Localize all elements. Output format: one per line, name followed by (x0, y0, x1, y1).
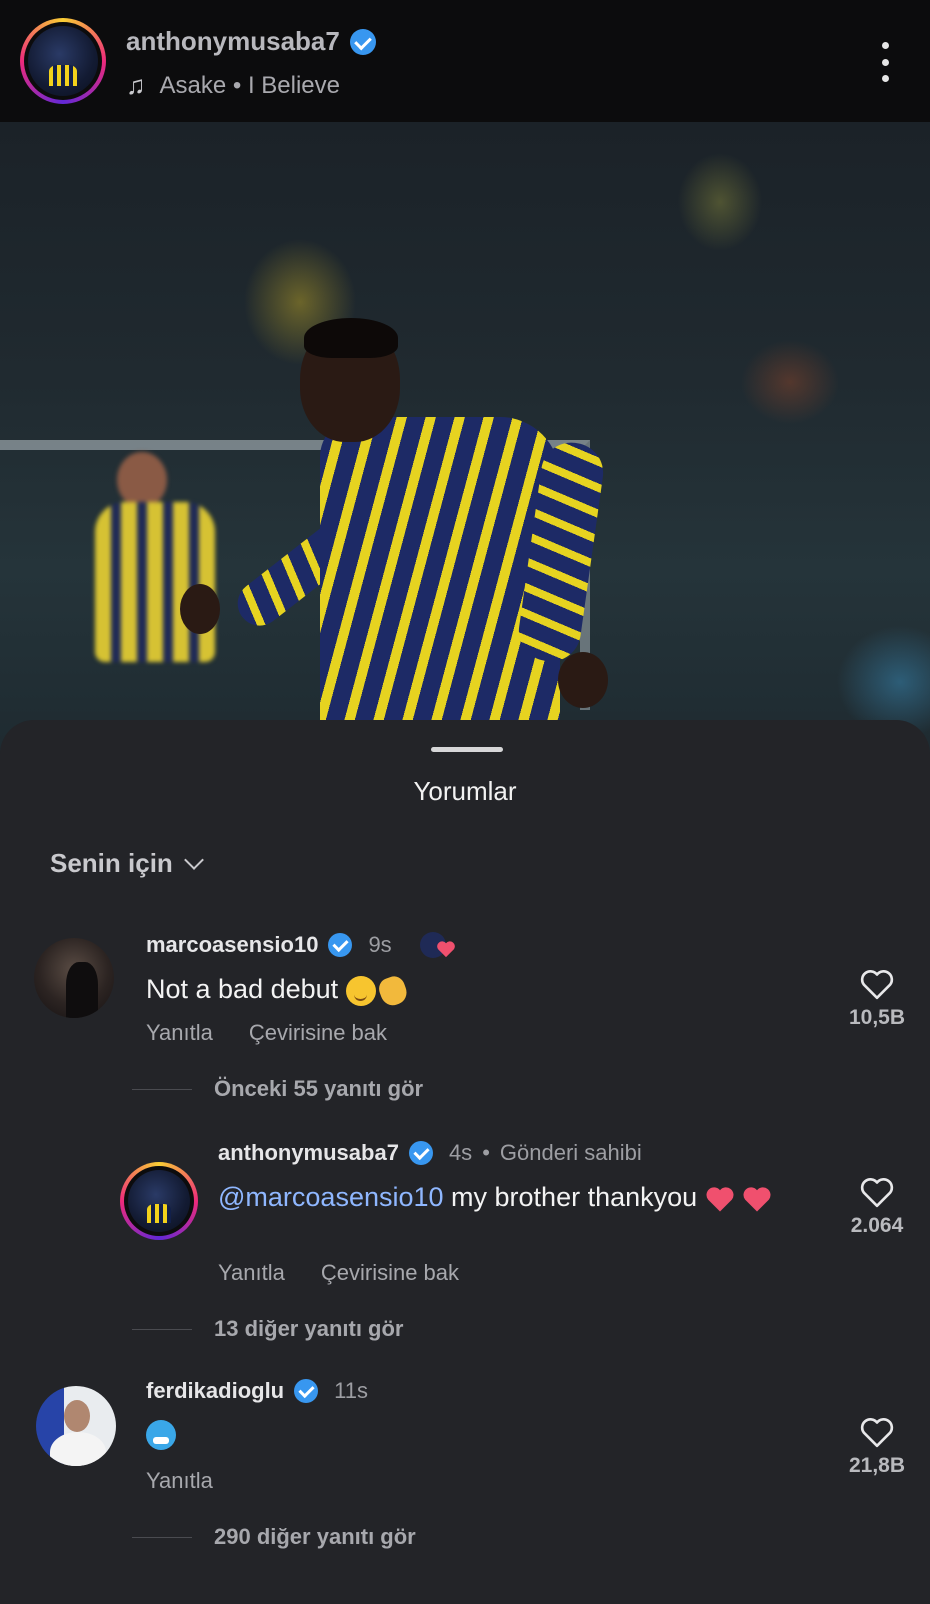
music-label[interactable]: Asake • I Believe (160, 72, 341, 100)
reply-username[interactable]: anthonymusaba7 (218, 1140, 399, 1166)
reply-button[interactable]: Yanıtla (218, 1260, 285, 1286)
reply-button[interactable]: Yanıtla (146, 1020, 213, 1046)
view-replies-label[interactable]: Önceki 55 yanıtı gör (214, 1076, 423, 1102)
like-control[interactable]: 10,5B (842, 968, 912, 1030)
commenter-avatar[interactable] (34, 938, 114, 1018)
sheet-drag-handle[interactable] (431, 747, 503, 752)
wink-emoji-icon (345, 975, 376, 1006)
comment-actions: Yanıtla (146, 1468, 213, 1494)
post-owner-label: Gönderi sahibi (499, 1140, 642, 1165)
comments-sheet: Yorumlar Senin için marcoasensio10 9s No… (0, 720, 930, 1604)
reply-body: my brother thankyou (443, 1182, 698, 1212)
like-control[interactable]: 2.064 (842, 1176, 912, 1238)
comment-time: 9s (368, 932, 392, 957)
comment-username[interactable]: marcoasensio10 (146, 932, 318, 958)
view-replies-button[interactable]: Önceki 55 yanıtı gör (132, 1076, 423, 1102)
comment-header: ferdikadioglu 11s (146, 1378, 368, 1404)
like-count: 21,8B (848, 1454, 906, 1477)
translate-button[interactable]: Çevirisine bak (321, 1260, 459, 1286)
heart-icon[interactable] (859, 968, 895, 1000)
meta-separator: • (482, 1140, 490, 1165)
comment-filter-dropdown[interactable]: Senin için (50, 848, 204, 879)
translate-button[interactable]: Çevirisine bak (249, 1020, 387, 1046)
post-header: anthonymusaba7 ♫ Asake • I Believe (0, 0, 930, 122)
view-replies-label[interactable]: 13 diğer yanıtı gör (214, 1316, 404, 1342)
cold-face-emoji-icon (146, 1420, 176, 1450)
verified-badge-icon (328, 933, 353, 957)
heart-emoji-icon (743, 1187, 771, 1212)
comment-username[interactable]: ferdikadioglu (146, 1378, 284, 1404)
like-count: 2.064 (850, 1214, 904, 1237)
music-row[interactable]: ♫ Asake • I Believe (126, 70, 340, 101)
commenter-avatar[interactable] (36, 1386, 116, 1466)
main-player (180, 318, 640, 762)
chevron-down-icon (183, 849, 204, 870)
reply-header: anthonymusaba7 4s • Gönderi sahibi (218, 1140, 642, 1166)
more-vertical-icon[interactable] (880, 42, 890, 82)
comment-time: 11s (334, 1378, 368, 1403)
sheet-title: Yorumlar (413, 776, 517, 806)
comment-text (146, 1420, 176, 1458)
comment-actions: Yanıtla Çevirisine bak (146, 1020, 387, 1046)
mention-link[interactable]: @marcoasensio10 (218, 1182, 444, 1212)
like-control[interactable]: 21,8B (842, 1416, 912, 1478)
verified-badge-icon (408, 1141, 433, 1165)
heart-icon[interactable] (859, 1416, 895, 1448)
filter-label[interactable]: Senin için (50, 848, 173, 879)
view-replies-label[interactable]: 290 diğer yanıtı gör (214, 1524, 416, 1550)
post-image[interactable] (0, 122, 930, 762)
like-count: 10,5B (848, 1006, 906, 1029)
comment-text: Not a bad debut (146, 972, 410, 1009)
profile-avatar[interactable] (20, 18, 106, 104)
author-liked-icon (419, 932, 455, 958)
reply-time: 4s (448, 1140, 473, 1165)
comment-header: marcoasensio10 9s (146, 932, 455, 958)
view-replies-button[interactable]: 13 diğer yanıtı gör (132, 1316, 404, 1342)
verified-badge-icon (294, 1379, 319, 1403)
heart-emoji-icon (706, 1187, 734, 1212)
header-username[interactable]: anthonymusaba7 (126, 26, 340, 57)
verified-badge-icon (349, 28, 376, 55)
music-note-icon: ♫ (126, 70, 146, 100)
clap-emoji-icon (375, 973, 410, 1009)
comment-body: Not a bad debut (146, 974, 339, 1004)
reply-button[interactable]: Yanıtla (146, 1468, 213, 1494)
header-username-row[interactable]: anthonymusaba7 (126, 26, 376, 57)
reply-avatar[interactable] (120, 1162, 198, 1240)
view-replies-button[interactable]: 290 diğer yanıtı gör (132, 1524, 416, 1550)
reply-actions: Yanıtla Çevirisine bak (218, 1260, 459, 1286)
reply-text: @marcoasensio10 my brother thankyou (218, 1180, 818, 1214)
heart-icon[interactable] (859, 1176, 895, 1208)
